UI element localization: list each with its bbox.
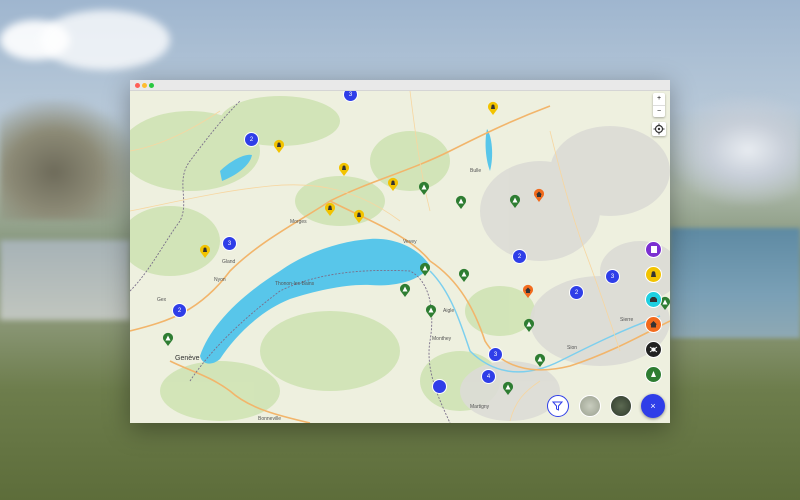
tree-icon — [524, 318, 534, 332]
green-tree-pin[interactable] — [455, 195, 467, 210]
house-icon — [650, 321, 657, 328]
tree-icon — [510, 194, 520, 208]
place-label-gland: Gland — [222, 259, 236, 265]
place-label-geneve: Genève — [175, 355, 200, 362]
zoom-out-button[interactable]: − — [653, 106, 665, 117]
background-mountain — [0, 100, 135, 220]
tree-icon — [535, 353, 545, 367]
yellow-bell-pin[interactable] — [353, 209, 365, 224]
yellow-bell-pin[interactable] — [324, 202, 336, 217]
green-tree-pin[interactable] — [419, 262, 431, 277]
place-label-aigle: Aigle — [443, 308, 455, 314]
category-filter-bell[interactable] — [645, 266, 662, 283]
tree-icon — [456, 195, 466, 209]
house-icon — [534, 188, 544, 202]
yellow-bell-pin[interactable] — [273, 139, 285, 154]
background-lake — [670, 228, 800, 338]
tree-icon — [400, 283, 410, 297]
cluster-marker[interactable]: 2 — [172, 303, 187, 318]
tree-icon — [420, 262, 430, 276]
background-cloud — [40, 10, 170, 70]
yellow-bell-pin[interactable] — [487, 101, 499, 116]
place-label-martigny: Martigny — [470, 404, 490, 410]
place-label-monthey: Monthey — [432, 336, 452, 342]
zoom-control: + − — [653, 93, 665, 117]
green-tree-pin[interactable] — [502, 381, 514, 396]
yellow-bell-pin[interactable] — [338, 162, 350, 177]
green-tree-pin[interactable] — [523, 318, 535, 333]
green-tree-pin[interactable] — [162, 332, 174, 347]
green-tree-pin[interactable] — [399, 283, 411, 298]
map-base-layer — [130, 91, 670, 423]
cluster-marker[interactable]: 3 — [222, 236, 237, 251]
cluster-marker[interactable]: 2 — [569, 285, 584, 300]
place-label-morges: Morges — [290, 219, 307, 225]
cluster-marker[interactable]: 4 — [481, 369, 496, 384]
category-filter-purple[interactable] — [645, 241, 662, 258]
bell-icon — [325, 202, 335, 216]
close-window-button[interactable] — [135, 83, 140, 88]
category-filter-black[interactable] — [645, 341, 662, 358]
cluster-marker[interactable] — [432, 379, 447, 394]
green-tree-pin[interactable] — [458, 268, 470, 283]
place-label-vevey: Vevey — [403, 239, 417, 245]
cluster-marker[interactable]: 2 — [512, 249, 527, 264]
background-mountain — [670, 95, 800, 205]
bell-icon — [274, 139, 284, 153]
satellite-layer-button[interactable] — [610, 395, 632, 417]
tree-icon — [163, 332, 173, 346]
cluster-marker[interactable]: 3 — [605, 269, 620, 284]
green-tree-pin[interactable] — [418, 181, 430, 196]
tree-icon — [651, 371, 656, 377]
filter-icon — [551, 401, 564, 411]
category-filter-tree[interactable] — [645, 366, 662, 383]
bell-icon — [339, 162, 349, 176]
place-label-sierre: Sierre — [620, 317, 634, 323]
close-menu-button[interactable]: × — [641, 394, 665, 418]
yellow-bell-pin[interactable] — [199, 244, 211, 259]
terrain-layer-button[interactable] — [579, 395, 601, 417]
green-tree-pin[interactable] — [534, 353, 546, 368]
tree-icon — [459, 268, 469, 282]
place-label-bonneville: Bonneville — [258, 416, 282, 422]
green-tree-pin[interactable] — [425, 304, 437, 319]
green-tree-pin[interactable] — [509, 194, 521, 209]
locate-icon — [653, 123, 665, 135]
cluster-marker[interactable]: 3 — [488, 347, 503, 362]
house-icon — [523, 284, 533, 298]
category-filter-cyan[interactable] — [645, 291, 662, 308]
orange-house-pin[interactable] — [533, 188, 545, 203]
bell-icon — [651, 271, 656, 277]
spider-icon — [649, 346, 658, 353]
place-label-nyon: Nyon — [214, 277, 226, 283]
background-water — [0, 240, 130, 320]
maximize-window-button[interactable] — [149, 83, 154, 88]
orange-house-pin[interactable] — [522, 284, 534, 299]
book-icon — [651, 246, 657, 253]
bell-icon — [388, 177, 398, 191]
place-label-gex: Gex — [157, 297, 167, 303]
browser-window: Bulle Morges Vevey Gland Nyon Gex Thonon… — [130, 80, 670, 423]
locate-button[interactable] — [652, 122, 666, 136]
minimize-window-button[interactable] — [142, 83, 147, 88]
filter-button[interactable] — [547, 395, 569, 417]
tree-icon — [426, 304, 436, 318]
bell-icon — [488, 101, 498, 115]
bell-icon — [200, 244, 210, 258]
tree-icon — [503, 381, 513, 395]
close-icon: × — [650, 401, 656, 411]
place-label-bulle: Bulle — [470, 168, 482, 174]
bell-icon — [354, 209, 364, 223]
cluster-marker[interactable]: 2 — [244, 132, 259, 147]
zoom-in-button[interactable]: + — [653, 93, 665, 106]
category-filter-house[interactable] — [645, 316, 662, 333]
title-bar — [130, 80, 670, 91]
tree-icon — [419, 181, 429, 195]
yellow-bell-pin[interactable] — [387, 177, 399, 192]
car-icon — [650, 297, 657, 302]
place-label-thonon: Thonon-les-Bains — [275, 281, 315, 287]
map-view[interactable]: Bulle Morges Vevey Gland Nyon Gex Thonon… — [130, 91, 670, 423]
place-label-sion: Sion — [567, 345, 578, 351]
